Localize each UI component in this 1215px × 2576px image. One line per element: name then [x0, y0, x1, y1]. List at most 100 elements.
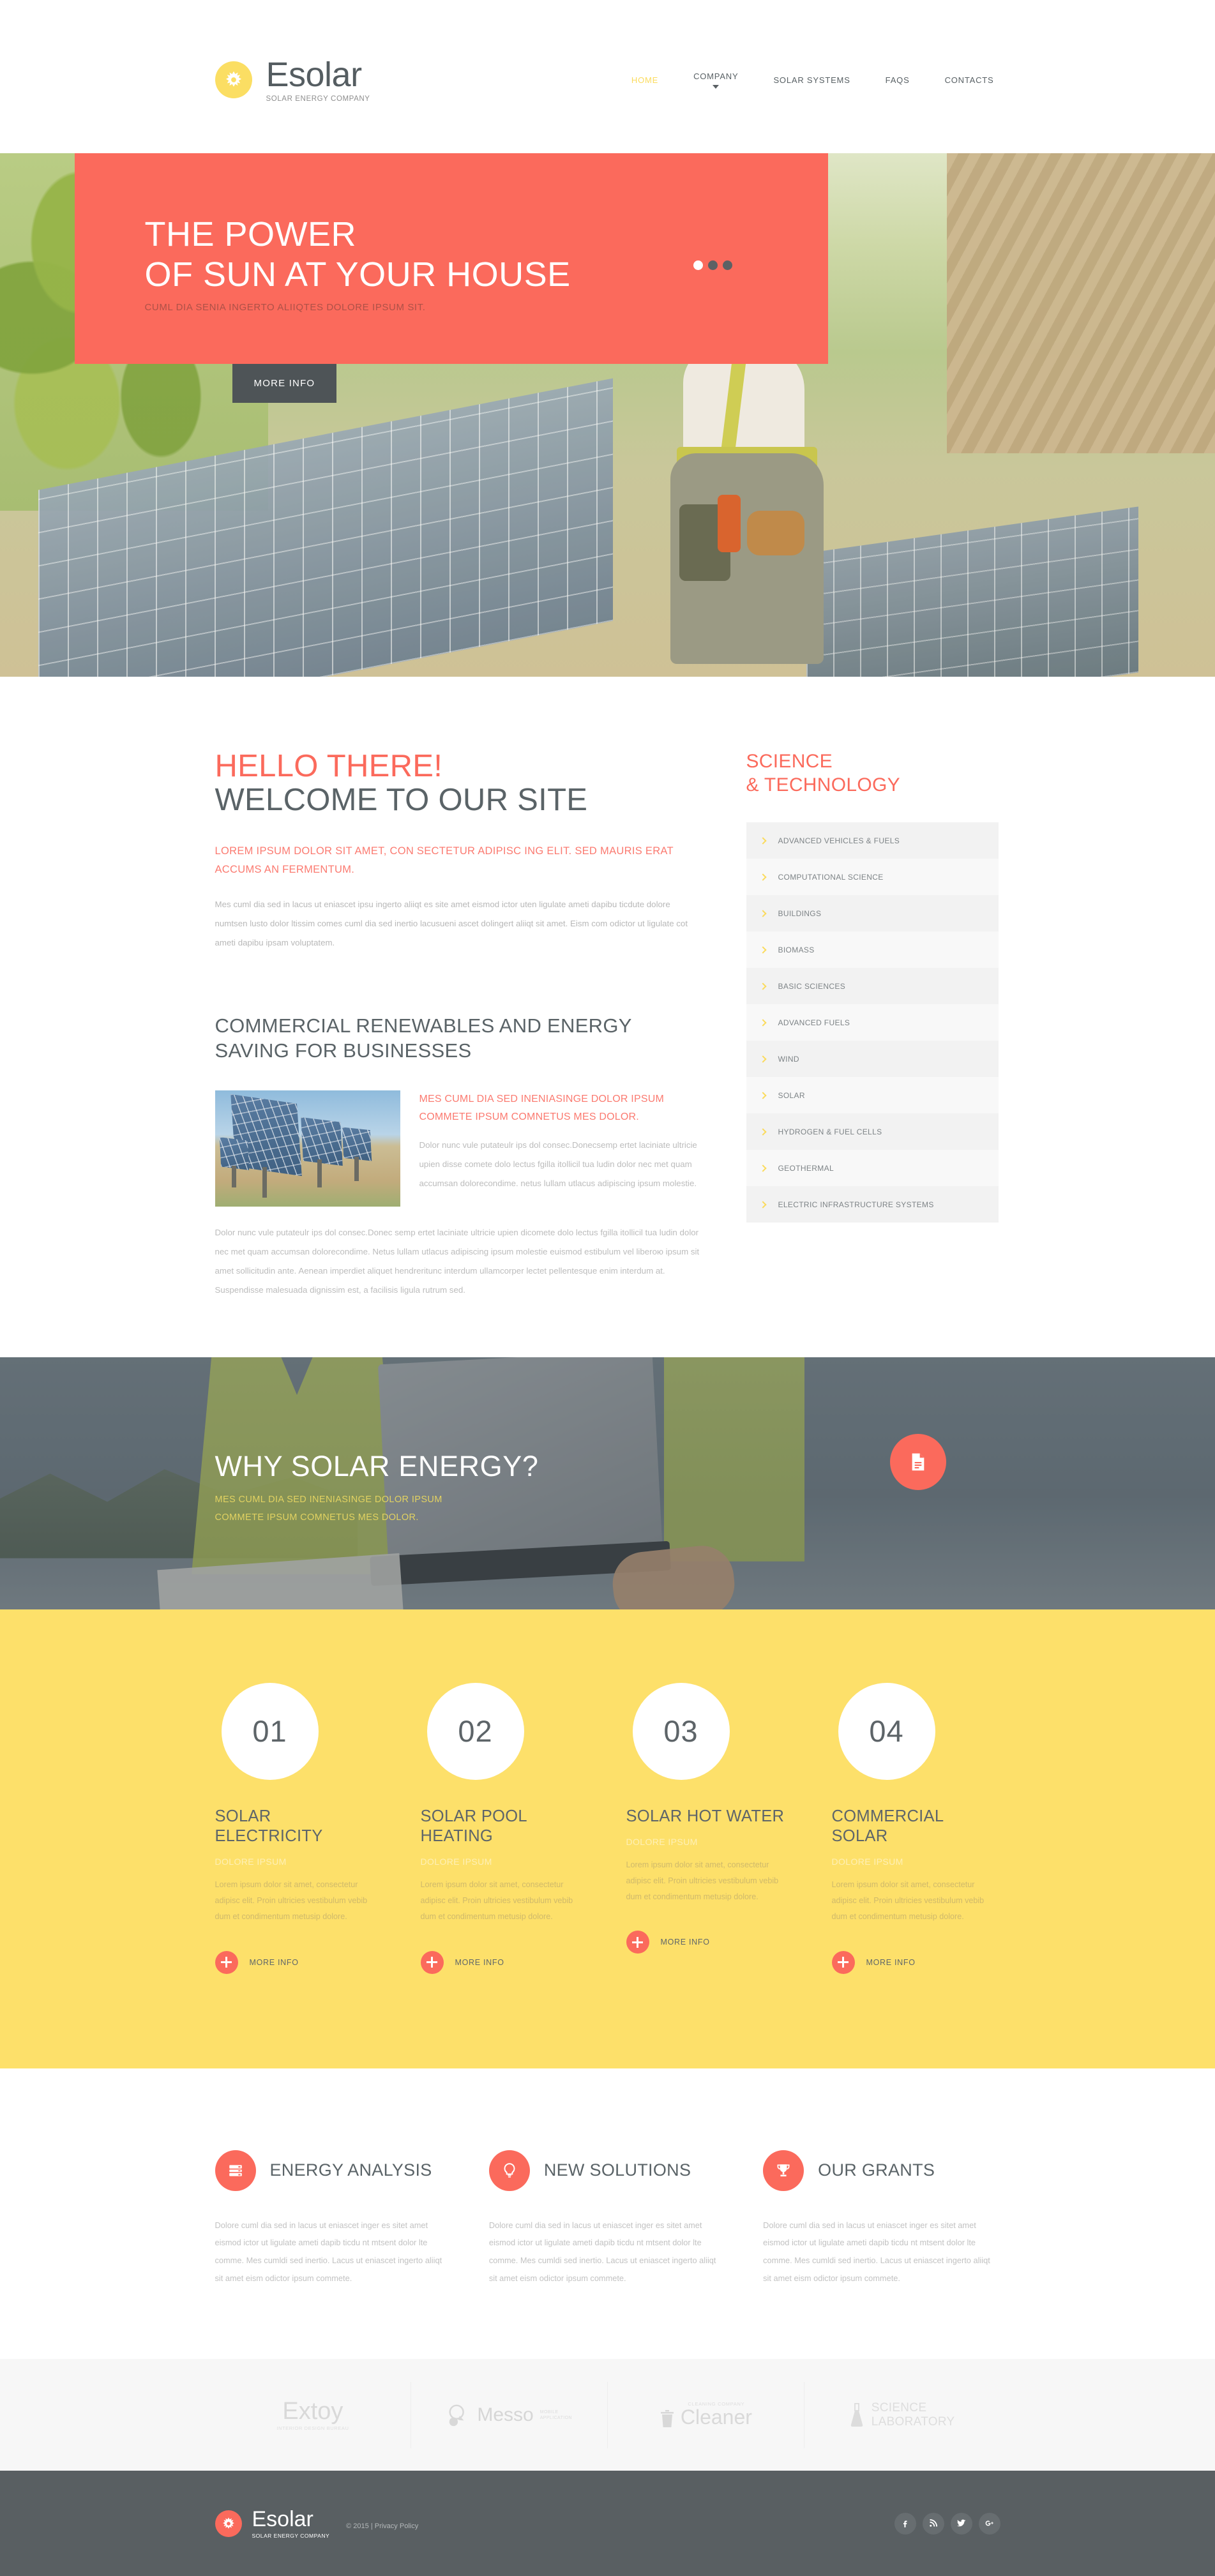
service-kicker: DOLORE IPSUM [420, 1856, 492, 1867]
why-subtitle-line1: MES CUML DIA SED INENIASINGE DOLOR IPSUM [215, 1494, 442, 1505]
feature-body: Dolore cuml dia sed in lacus ut eniascet… [215, 2220, 442, 2284]
sidebar-item-electric-infrastructure-systems[interactable]: ELECTRIC INFRASTRUCTURE SYSTEMS [746, 1186, 999, 1223]
sidebar-item-buildings[interactable]: BUILDINGS [746, 895, 999, 932]
trophy-icon-glyph [777, 2164, 790, 2176]
chevron-right-icon [758, 1128, 767, 1136]
partner-name-line1: SCIENCE [871, 2400, 927, 2414]
service-more-info-button[interactable]: MORE INFO [831, 1950, 1000, 1974]
hero-dot-2[interactable] [707, 260, 718, 270]
lightbulb-icon [488, 2150, 530, 2191]
sidebar-item-geothermal[interactable]: GEOTHERMAL [746, 1150, 999, 1187]
hero-caption-panel: THE POWER OF SUN AT YOUR HOUSE CUML DIA … [74, 153, 828, 364]
why-document-button[interactable] [889, 1433, 946, 1490]
sidebar-item-computational-science[interactable]: COMPUTATIONAL SCIENCE [746, 859, 999, 896]
sidebar-item-advanced-fuels[interactable]: ADVANCED FUELS [746, 1004, 999, 1041]
service-kicker: DOLORE IPSUM [215, 1856, 287, 1867]
hero-dot-3[interactable] [722, 260, 732, 270]
sidebar-item-wind[interactable]: WIND [746, 1041, 999, 1078]
service-title: SOLAR HOT WATER [626, 1807, 785, 1825]
partner-science-laboratory[interactable]: SCIENCE LABORATORY [803, 2381, 1000, 2448]
partner-name: Extoy [282, 2397, 343, 2425]
service-more-label: MORE INFO [660, 1938, 710, 1947]
service-more-info-button[interactable]: MORE INFO [420, 1950, 589, 1974]
sidebar-item-label: BASIC SCIENCES [778, 981, 846, 991]
nav-item-home[interactable]: HOME [631, 75, 658, 85]
partner-messo[interactable]: Messo MOBILE APPLICATION [411, 2381, 607, 2448]
document-icon [912, 1453, 924, 1471]
facebook-icon[interactable] [894, 2512, 916, 2535]
sidebar-title-line2: & TECHNOLOGY [746, 774, 900, 795]
service-more-label: MORE INFO [455, 1957, 504, 1967]
welcome-body: Mes cuml dia sed in lacus ut eniascet ip… [215, 900, 688, 947]
partner-name-line2: LABORATORY [871, 2414, 955, 2429]
sidebar-item-hydrogen-fuel-cells[interactable]: HYDROGEN & FUEL CELLS [746, 1113, 999, 1150]
nav-item-faqs[interactable]: FAQS [886, 75, 910, 85]
hero-slider: THE POWER OF SUN AT YOUR HOUSE CUML DIA … [0, 153, 1215, 677]
rss-icon[interactable] [922, 2512, 944, 2535]
service-body: Lorem ipsum dolor sit amet, consectetur … [626, 1860, 779, 1902]
footer-brand-tagline: SOLAR ENERGY COMPANY [252, 2532, 330, 2539]
rss-glyph [930, 2519, 938, 2527]
footer-logo[interactable]: Esolar SOLAR ENERGY COMPANY [215, 2508, 330, 2539]
service-more-label: MORE INFO [249, 1957, 299, 1967]
feature-new-solutions: NEW SOLUTIONS Dolore cuml dia sed in lac… [488, 2150, 726, 2288]
welcome-main-column: HELLO THERE! WELCOME TO OUR SITE LOREM I… [215, 749, 700, 1300]
sun-icon [215, 61, 252, 98]
server-icon [215, 2150, 256, 2191]
article-kicker: MES CUML DIA SED INENIASINGE DOLOR IPSUM… [419, 1094, 664, 1122]
sidebar-item-label: HYDROGEN & FUEL CELLS [778, 1127, 882, 1136]
welcome-section: HELLO THERE! WELCOME TO OUR SITE LOREM I… [0, 677, 1215, 1357]
google-plus-icon[interactable] [978, 2512, 1000, 2535]
feature-body: Dolore cuml dia sed in lacus ut eniascet… [763, 2220, 990, 2284]
hero-more-info-button[interactable]: MORE INFO [232, 364, 337, 403]
hero-dot-1[interactable] [693, 260, 703, 270]
sidebar-title: SCIENCE & TECHNOLOGY [746, 750, 999, 797]
site-logo[interactable]: Esolar SOLAR ENERGY COMPANY [215, 57, 370, 103]
nav-item-company[interactable]: COMPANY [693, 72, 738, 89]
sidebar-item-label: ADVANCED FUELS [778, 1018, 850, 1027]
trophy-icon [763, 2150, 804, 2191]
sidebar-item-advanced-vehicles-fuels[interactable]: ADVANCED VEHICLES & FUELS [746, 822, 999, 859]
service-card-02: 02 SOLAR POOL HEATING DOLORE IPSUM Lorem… [420, 1682, 589, 1974]
nav-item-solar-systems[interactable]: SOLAR SYSTEMS [773, 75, 850, 85]
hero-slider-pagination[interactable] [693, 260, 732, 270]
hero-title-line1: THE POWER [144, 215, 357, 253]
sidebar-item-basic-sciences[interactable]: BASIC SCIENCES [746, 968, 999, 1005]
partner-extoy[interactable]: Extoy INTERIOR DESIGN BUREAU [215, 2382, 411, 2448]
solar-panel-photo [215, 1090, 400, 1207]
twitter-glyph [957, 2519, 966, 2527]
sidebar-item-label: ELECTRIC INFRASTRUCTURE SYSTEMS [778, 1200, 934, 1209]
service-more-info-button[interactable]: MORE INFO [626, 1931, 795, 1954]
why-subtitle: MES CUML DIA SED INENIASINGE DOLOR IPSUM… [215, 1491, 1000, 1527]
sun-icon-glyph [225, 71, 241, 87]
logo-tagline: SOLAR ENERGY COMPANY [266, 94, 370, 103]
footer-social-links [894, 2512, 1000, 2535]
footer-brand-name: Esolar [252, 2506, 313, 2531]
google-plus-glyph [985, 2520, 993, 2526]
sidebar-item-label: COMPUTATIONAL SCIENCE [778, 872, 884, 882]
sidebar-item-label: SOLAR [778, 1090, 805, 1100]
sidebar-item-biomass[interactable]: BIOMASS [746, 931, 999, 968]
site-footer: Esolar SOLAR ENERGY COMPANY © 2015 | Pri… [0, 2471, 1215, 2576]
features-section: ENERGY ANALYSIS Dolore cuml dia sed in l… [0, 2068, 1215, 2360]
sidebar-item-label: BIOMASS [778, 945, 815, 954]
chevron-right-icon [758, 1019, 767, 1027]
service-number-badge: 02 [426, 1682, 524, 1780]
chevron-right-icon [758, 873, 767, 881]
lightbulb-icon-glyph [504, 2162, 515, 2178]
partner-sub-line1: MOBILE [540, 2409, 559, 2414]
partner-name: Cleaner [680, 2406, 752, 2429]
plus-icon [626, 1931, 649, 1954]
feature-title: OUR GRANTS [818, 2160, 935, 2180]
twitter-icon[interactable] [950, 2512, 972, 2535]
service-number: 01 [252, 1714, 287, 1749]
service-number-badge: 03 [632, 1682, 730, 1780]
plus-icon [831, 1950, 855, 1974]
why-title: WHY SOLAR ENERGY? [215, 1449, 539, 1482]
partner-cleaner[interactable]: CLEANING COMPANY Cleaner [607, 2381, 804, 2448]
partner-sub: INTERIOR DESIGN BUREAU [276, 2425, 349, 2431]
speech-bubble-icon [449, 2404, 465, 2426]
sidebar-item-solar[interactable]: SOLAR [746, 1077, 999, 1114]
service-more-info-button[interactable]: MORE INFO [215, 1950, 384, 1974]
nav-item-contacts[interactable]: CONTACTS [945, 75, 994, 85]
